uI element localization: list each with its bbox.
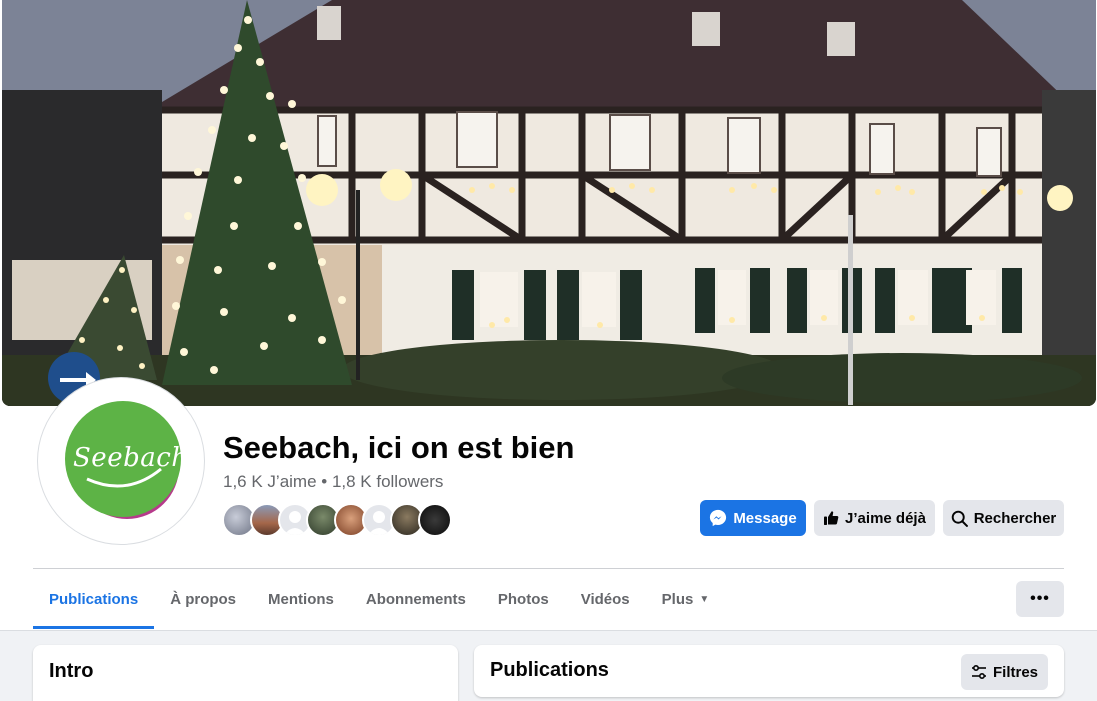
tab-label: Publications	[49, 590, 139, 608]
like-button[interactable]: J’aime déjà	[814, 500, 935, 536]
search-button-label: Rechercher	[973, 509, 1057, 527]
search-icon	[951, 510, 968, 527]
more-dots-icon: •••	[1030, 590, 1050, 607]
page-profile-picture[interactable]: Seebach	[37, 377, 205, 545]
tab-about[interactable]: À propos	[154, 569, 252, 629]
intro-title: Intro	[49, 660, 94, 682]
more-options-button[interactable]: •••	[1016, 581, 1064, 617]
tab-photos[interactable]: Photos	[482, 569, 565, 629]
tab-publications[interactable]: Publications	[33, 569, 155, 629]
publications-title: Publications	[490, 659, 609, 681]
messenger-icon	[710, 509, 727, 527]
tab-videos[interactable]: Vidéos	[565, 569, 646, 629]
tab-more[interactable]: Plus ▼	[646, 569, 726, 629]
tab-subscriptions[interactable]: Abonnements	[350, 569, 482, 629]
intro-card: Intro	[33, 645, 458, 701]
tab-mentions[interactable]: Mentions	[252, 569, 350, 629]
publications-card: Publications Filtres	[474, 645, 1064, 697]
caret-down-icon: ▼	[699, 593, 710, 605]
sliders-icon	[971, 664, 986, 680]
message-button-label: Message	[733, 509, 797, 527]
friends-avatars	[222, 503, 452, 537]
friend-avatar[interactable]	[418, 503, 452, 537]
tab-label: Mentions	[268, 590, 334, 608]
tab-label: À propos	[170, 590, 237, 608]
like-button-label: J’aime déjà	[845, 509, 926, 527]
tab-label: Abonnements	[365, 590, 466, 608]
search-button[interactable]: Rechercher	[943, 500, 1064, 536]
tab-label: Plus	[661, 590, 694, 608]
page-title: Seebach, ici on est bien	[223, 430, 575, 465]
filters-button-label: Filtres	[992, 663, 1038, 681]
thumbs-up-icon	[824, 511, 839, 525]
cover-photo[interactable]	[2, 0, 1096, 406]
tab-label: Photos	[497, 590, 549, 608]
message-button[interactable]: Message	[700, 500, 806, 536]
logo-text: Seebach	[73, 443, 189, 473]
filters-button[interactable]: Filtres	[961, 654, 1048, 690]
page-tabs: Publications À propos Mentions Abonnemen…	[33, 569, 725, 629]
tab-label: Vidéos	[580, 590, 630, 608]
seebach-logo: Seebach	[57, 397, 188, 525]
cover-photo-illustration	[2, 0, 1096, 406]
page-stats[interactable]: 1,6 K J’aime • 1,8 K followers	[223, 472, 443, 492]
